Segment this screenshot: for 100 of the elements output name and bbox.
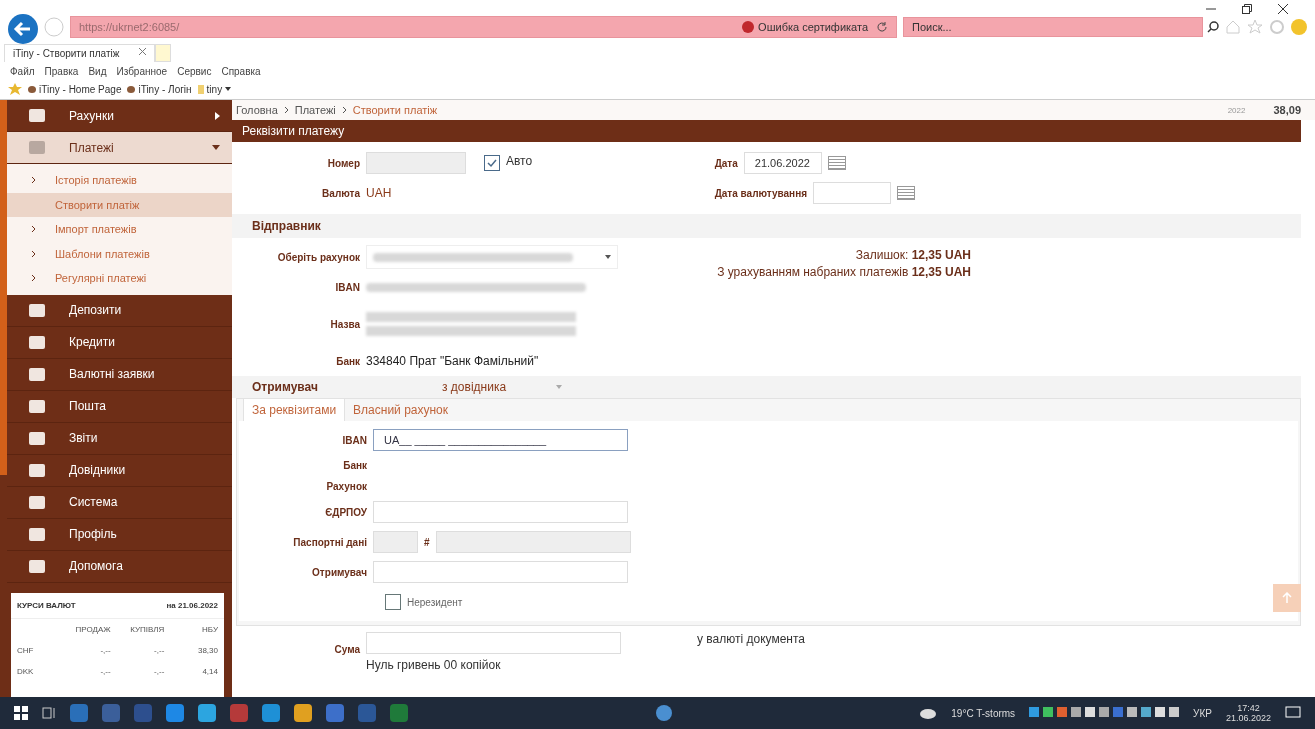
rates-title: КУРСИ ВАЛЮТ	[17, 600, 76, 610]
notification-icon[interactable]	[1285, 706, 1301, 720]
calendar-icon[interactable]	[897, 186, 915, 200]
field-label: Паспортні дані	[292, 536, 367, 548]
rate-value: -,--	[153, 666, 165, 676]
submenu-item[interactable]: Імпорт платежів	[7, 217, 232, 242]
rate-value: 38,30	[196, 645, 218, 655]
calendar-year: 2022	[1227, 105, 1246, 115]
chevron-right-icon	[31, 176, 36, 185]
field-label: Банк	[335, 355, 360, 367]
sum-field[interactable]	[366, 632, 621, 654]
checkbox[interactable]	[484, 155, 500, 171]
field-label: Оберіть рахунок	[276, 251, 360, 263]
source-dropdown[interactable]: з довідника	[442, 380, 563, 394]
favorite-link[interactable]: iTiny - Логін	[127, 83, 192, 95]
date-field[interactable]	[813, 182, 891, 204]
calendar-icon[interactable]	[827, 156, 846, 170]
passport-number-field[interactable]	[435, 531, 631, 553]
scroll-to-top-button[interactable]	[1273, 584, 1301, 612]
favorite-link[interactable]: iTiny - Home Page	[28, 83, 122, 95]
tab[interactable]: За реквізитами	[243, 398, 346, 421]
sum-in-words: Нуль гривень 00 копійок	[366, 658, 502, 672]
search-icon[interactable]	[1207, 21, 1219, 33]
taskbar-app-icon[interactable]	[70, 704, 88, 722]
field-label: Валюта	[321, 187, 360, 199]
session-amount: 38,09	[1273, 104, 1301, 116]
hash-sign: #	[424, 536, 430, 548]
menu-item[interactable]: Правка	[44, 66, 79, 77]
favorite-link[interactable]: tiny	[197, 83, 232, 95]
field-label: IBAN	[341, 434, 367, 446]
field-label: Отримувач	[311, 566, 367, 578]
weather-text[interactable]: 19°C T-storms	[951, 707, 1016, 719]
taskbar-app-icon[interactable]	[230, 704, 248, 722]
field-label: Банк	[342, 460, 367, 471]
column-header: КУПІВЛЯ	[129, 624, 165, 634]
browser-tab[interactable]: iTiny - Створити платіж	[4, 44, 156, 62]
passport-series-field[interactable]	[373, 531, 418, 553]
caret-down-icon	[556, 385, 563, 389]
rates-date: на 21.06.2022	[166, 600, 218, 610]
field-label: Сума	[333, 643, 360, 655]
field-label: Рахунок	[325, 481, 367, 492]
taskbar-app-icon[interactable]	[358, 704, 376, 722]
address-bar[interactable]: https://ukrnet2:6085/ Ошибка сертификата	[70, 16, 897, 38]
taskbar-app-icon[interactable]	[326, 704, 344, 722]
checkbox-label: Нерезидент	[407, 596, 463, 608]
new-tab-button[interactable]	[155, 44, 172, 62]
menu-item[interactable]: Сервис	[177, 66, 212, 77]
restore-icon[interactable]	[1241, 3, 1253, 15]
currency-note: у валюті документа	[697, 632, 805, 648]
breadcrumb-link[interactable]: Платежі	[294, 104, 336, 116]
account-select[interactable]	[366, 245, 618, 269]
submenu-item[interactable]: Регулярні платежі	[7, 266, 232, 291]
taskbar-app-icon[interactable]	[134, 704, 152, 722]
chevron-right-icon	[31, 274, 36, 283]
currency-value: UAH	[366, 186, 392, 200]
language-indicator[interactable]: УКР	[1193, 707, 1212, 719]
rate-value: -,--	[99, 645, 111, 655]
taskbar-app-icon[interactable]	[166, 704, 184, 722]
iban-field[interactable]: UA__ _____ ________________	[373, 429, 628, 451]
star-icon[interactable]	[1247, 19, 1263, 35]
field-label: Дата валютування	[714, 187, 807, 199]
task-view-icon[interactable]	[42, 706, 56, 720]
date-field[interactable]: 21.06.2022	[743, 152, 822, 174]
recipient-name-field[interactable]	[373, 561, 628, 583]
balance-text: Залишок: 12,35 UAH	[855, 248, 971, 262]
taskbar-app-icon[interactable]	[390, 704, 408, 722]
favorites-star-icon[interactable]	[8, 83, 22, 95]
caret-down-icon	[225, 87, 232, 91]
menu-item[interactable]: Избранное	[116, 66, 168, 77]
certificate-error[interactable]: Ошибка сертификата	[742, 21, 868, 33]
taskbar-app-icon[interactable]	[198, 704, 216, 722]
checkmark-icon	[486, 157, 498, 169]
number-field[interactable]	[366, 152, 466, 174]
clock[interactable]: 17:42 21.06.2022	[1225, 703, 1271, 723]
menu-item[interactable]: Справка	[221, 66, 261, 77]
submenu-item[interactable]: Історія платежів	[7, 168, 232, 193]
taskbar-app-icon[interactable]	[102, 704, 120, 722]
nav-item[interactable]: Платежі	[7, 132, 232, 164]
windows-start-icon[interactable]	[14, 706, 28, 720]
checkbox[interactable]	[385, 594, 401, 610]
rate-value: -,--	[99, 666, 111, 676]
column-header: НБУ	[201, 624, 218, 634]
menu-item[interactable]: Файл	[10, 66, 35, 77]
section-title: Отримувач	[252, 380, 319, 394]
tray-icons-drawing[interactable]	[1029, 706, 1180, 720]
breadcrumb-link[interactable]: Створити платіж	[352, 104, 438, 116]
search-field[interactable]: Поиск...	[903, 17, 1203, 37]
refresh-icon[interactable]	[876, 21, 888, 33]
taskbar-app-icon[interactable]	[294, 704, 312, 722]
taskbar-app-icon[interactable]	[262, 704, 280, 722]
field-label: Назва	[329, 318, 360, 330]
edrpou-field[interactable]	[373, 501, 628, 523]
section-header: Реквізити платежу	[232, 120, 1301, 142]
menu-item[interactable]: Вид	[88, 66, 107, 77]
breadcrumb-link[interactable]: Головна	[236, 104, 278, 116]
tab[interactable]: Власний рахунок	[345, 399, 457, 421]
submenu-item[interactable]: Шаблони платежів	[7, 241, 232, 266]
bank-name: 334840 Прат "Банк Фамільний"	[366, 354, 539, 368]
close-icon[interactable]	[1277, 3, 1289, 15]
section-title: Відправник	[232, 214, 1301, 238]
